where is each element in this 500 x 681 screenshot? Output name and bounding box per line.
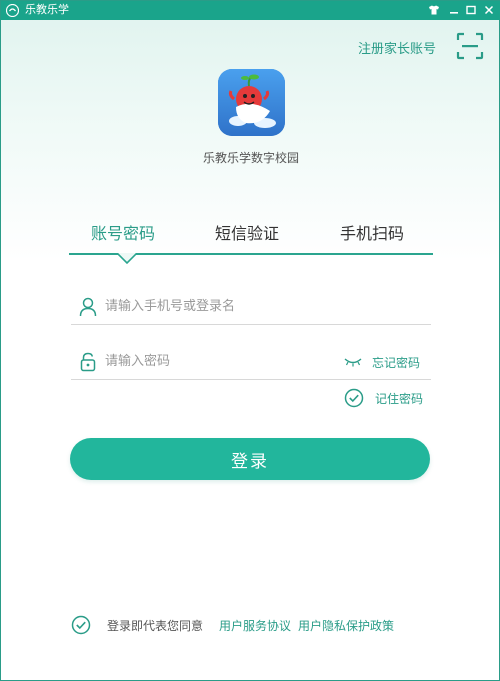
minimize-button[interactable]: [447, 3, 461, 17]
login-button[interactable]: 登录: [70, 438, 430, 480]
tab-phone-scan[interactable]: 手机扫码: [340, 220, 404, 244]
app-logo: [218, 69, 285, 136]
tab-sms-verification[interactable]: 短信验证: [215, 220, 279, 244]
minimize-icon: [450, 12, 458, 14]
maximize-icon: [466, 5, 476, 15]
app-logo-icon: [6, 4, 19, 17]
eye-closed-icon: [344, 358, 362, 367]
terms-of-service-link[interactable]: 用户服务协议: [219, 617, 291, 634]
brand-name: 乐教乐学数字校园: [202, 151, 299, 165]
shirt-icon: [429, 5, 439, 15]
lock-icon: [80, 352, 96, 372]
active-tab-caret: [117, 253, 137, 264]
privacy-policy-link[interactable]: 用户隐私保护政策: [298, 617, 394, 634]
remember-password-checkbox[interactable]: 记住密码: [344, 388, 423, 408]
username-field: [71, 289, 431, 325]
close-button[interactable]: [482, 3, 496, 17]
username-input[interactable]: [105, 295, 335, 317]
password-input[interactable]: [105, 350, 335, 372]
check-circle-icon: [344, 388, 364, 408]
forgot-password-link[interactable]: 忘记密码: [344, 353, 420, 371]
agreement-row: 登录即代表您同意 用户服务协议 用户隐私保护政策: [71, 614, 441, 636]
remember-password-label: 记住密码: [375, 391, 424, 406]
mascot-icon: [218, 69, 285, 136]
user-icon: [79, 297, 97, 317]
register-parent-link[interactable]: 注册家长账号: [358, 38, 436, 57]
login-method-tabs: 账号密码 短信验证 手机扫码: [69, 216, 433, 256]
tab-account-password[interactable]: 账号密码: [91, 220, 155, 244]
agreement-check-icon[interactable]: [71, 615, 91, 635]
skin-button[interactable]: [427, 3, 441, 17]
forgot-password-label: 忘记密码: [372, 355, 421, 370]
maximize-button[interactable]: [464, 3, 478, 17]
window-title: 乐教乐学: [25, 3, 69, 16]
scan-icon[interactable]: [456, 32, 484, 60]
login-window: 乐教乐学 注册家长账号 乐教乐学数字校园 账号密码 短信验证 手机扫码 请输入手…: [0, 0, 500, 681]
title-bar[interactable]: 乐教乐学: [1, 1, 500, 20]
close-icon: [484, 5, 494, 15]
agreement-prefix: 登录即代表您同意: [107, 618, 204, 633]
